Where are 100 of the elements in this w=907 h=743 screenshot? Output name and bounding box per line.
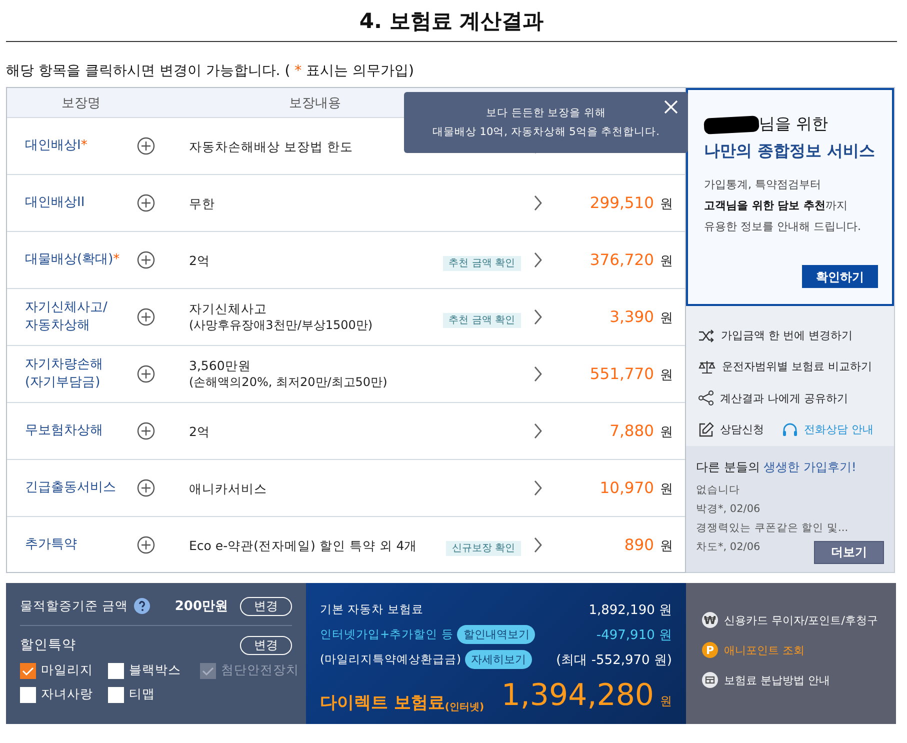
checkbox-label: 마일리지 — [41, 662, 93, 679]
coverage-name: 자기신체사고/ 자동차상해 — [25, 299, 108, 335]
currency-unit: 원 — [660, 480, 673, 498]
recommend-badge[interactable]: 신규보장 확인 — [446, 540, 521, 556]
coin-icon: ₩ — [702, 612, 718, 628]
headset-icon — [782, 422, 798, 438]
contact-link-label: 전화상담 안내 — [804, 422, 874, 438]
coverage-detail: 2억 — [189, 252, 211, 268]
quick-link-label: 운전자범위별 보험료 비교하기 — [722, 359, 872, 374]
currency-unit: 원 — [660, 196, 673, 212]
coverage-name: 긴급출동서비스 — [25, 479, 117, 497]
coverage-detail: 자동차손해배상 보장법 한도 — [189, 138, 354, 154]
quick-link[interactable]: 가입금액 한 번에 변경하기 — [698, 320, 894, 352]
premium-amount: 3,390 — [610, 308, 654, 326]
payment-link-label: 신용카드 무이자/포인트/후청구 — [724, 612, 878, 628]
summary-label: 인터넷가입+추가할인 등 — [320, 627, 454, 642]
plus-circle-icon — [137, 194, 155, 212]
coin-icon: P — [702, 642, 718, 658]
chevron-right-icon — [533, 480, 543, 496]
plus-circle-icon — [137, 422, 155, 440]
total-label-note: (인터넷) — [444, 701, 484, 714]
payment-link-label: 애니포인트 조회 — [724, 642, 804, 658]
checkbox[interactable] — [20, 686, 36, 702]
change-button[interactable]: 변경 — [240, 636, 292, 654]
total-amount: 1,394,280 — [501, 678, 654, 714]
review-text: 없습니다 — [696, 483, 740, 498]
details-button[interactable]: 자세히보기 — [464, 650, 532, 669]
premium-amount: 299,510 — [590, 194, 654, 212]
discount-title: 할인특약 — [20, 636, 76, 654]
currency-unit: 원 — [660, 310, 673, 326]
coverage-detail: 2억 — [189, 422, 211, 440]
currency-unit: 원 — [660, 538, 673, 554]
chevron-right-icon — [533, 537, 543, 553]
payment-link-label: 보험료 분납방법 안내 — [724, 672, 830, 688]
checkbox[interactable] — [108, 686, 124, 702]
check-icon — [22, 666, 34, 676]
notice-text: 해당 항목을 클릭하시면 변경이 가능합니다. ( * 표시는 의무가입) — [6, 62, 415, 81]
coverage-name: 자기차량손해 (자기부담금) — [25, 356, 104, 392]
plus-circle-icon — [137, 536, 155, 554]
recommend-badge[interactable]: 추천 금액 확인 — [442, 256, 521, 270]
quick-link-label: 가입금액 한 번에 변경하기 — [721, 328, 852, 344]
summary-amount: (최대 -552,970 원) — [556, 652, 672, 668]
quick-link-label: 계산결과 나에게 공유하기 — [720, 390, 848, 406]
checkbox-label: 티맵 — [129, 686, 155, 703]
scale-icon — [698, 358, 716, 375]
grid-icon — [702, 672, 718, 688]
checkbox[interactable] — [108, 662, 124, 678]
recommend-badge[interactable]: 추천 금액 확인 — [442, 312, 521, 328]
coverage-detail: 애니카서비스 — [189, 480, 268, 496]
contact-link[interactable]: 상담신청 — [698, 414, 764, 446]
change-button[interactable]: 변경 — [240, 596, 292, 616]
review-author: 차도*, 02/06 — [696, 540, 760, 555]
chevron-right-icon — [533, 423, 543, 439]
payment-link[interactable]: 보험료 분납방법 안내 — [702, 671, 896, 689]
currency-unit: 원 — [660, 252, 673, 270]
premium-amount: 376,720 — [590, 250, 654, 268]
summary-label: (마일리지특약예상환급금) — [320, 652, 461, 667]
coverage-name: 대인배상I* — [25, 137, 88, 155]
shuffle-icon — [698, 328, 715, 344]
premium-amount: 10,970 — [600, 478, 654, 496]
plus-circle-icon — [137, 137, 155, 155]
checkbox[interactable] — [20, 662, 36, 678]
premium-amount: 551,770 — [590, 364, 654, 382]
close-icon[interactable] — [664, 100, 678, 114]
payment-link[interactable]: ₩ 신용카드 무이자/포인트/후청구 — [702, 611, 896, 629]
coverage-detail: 3,560만원 — [189, 357, 252, 374]
greeting-text: 님을 위한 — [759, 114, 828, 135]
tooltip-text: 대물배상 10억, 자동차상해 5억을 추천합니다. — [432, 124, 660, 140]
redaction-mark — [704, 115, 760, 134]
premium-amount: 7,880 — [610, 422, 654, 440]
review-author: 박경*, 02/06 — [696, 502, 760, 517]
premium-amount: 890 — [624, 536, 654, 554]
coverage-detail-note: (손해액의20%, 최저20만/최고50만) — [189, 374, 388, 391]
checkbox-label: 자녀사랑 — [41, 686, 93, 703]
review-text: 경쟁력있는 쿠폰같은 할인 및... — [696, 521, 848, 536]
pencil-square-icon — [698, 422, 714, 438]
confirm-button[interactable]: 확인하기 — [802, 265, 878, 288]
column-header: 보장명 — [60, 94, 102, 112]
promo-title: 나만의 종합정보 서비스 — [704, 141, 876, 162]
coverage-name: 대인배상II — [25, 194, 86, 212]
coverage-name: 대물배상(확대)* — [25, 251, 121, 269]
summary-amount: -497,910 원 — [596, 626, 672, 644]
coverage-name: 무보험차상해 — [25, 422, 104, 440]
more-button[interactable]: 더보기 — [814, 541, 884, 564]
discount-details-button[interactable]: 할인내역보기 — [457, 625, 536, 644]
check-icon — [202, 666, 214, 676]
coverage-detail: 무한 — [189, 194, 216, 212]
coverage-name: 추가특약 — [25, 536, 78, 554]
plus-circle-icon — [137, 479, 155, 497]
quick-link[interactable]: 계산결과 나에게 공유하기 — [698, 382, 894, 414]
currency-unit: 원 — [660, 693, 672, 710]
help-icon — [134, 598, 150, 614]
summary-label: 기본 자동차 보험료 — [320, 602, 424, 617]
tooltip-text: 보다 든든한 보장을 위해 — [486, 106, 606, 120]
chevron-right-icon — [533, 195, 543, 211]
coverage-detail-note: (사망후유장애3천만/부상1500만) — [189, 317, 374, 334]
quick-link[interactable]: 운전자범위별 보험료 비교하기 — [698, 351, 894, 383]
plus-circle-icon — [137, 308, 155, 326]
chevron-right-icon — [533, 252, 543, 268]
total-label: 다이렉트 보험료 — [320, 692, 445, 714]
